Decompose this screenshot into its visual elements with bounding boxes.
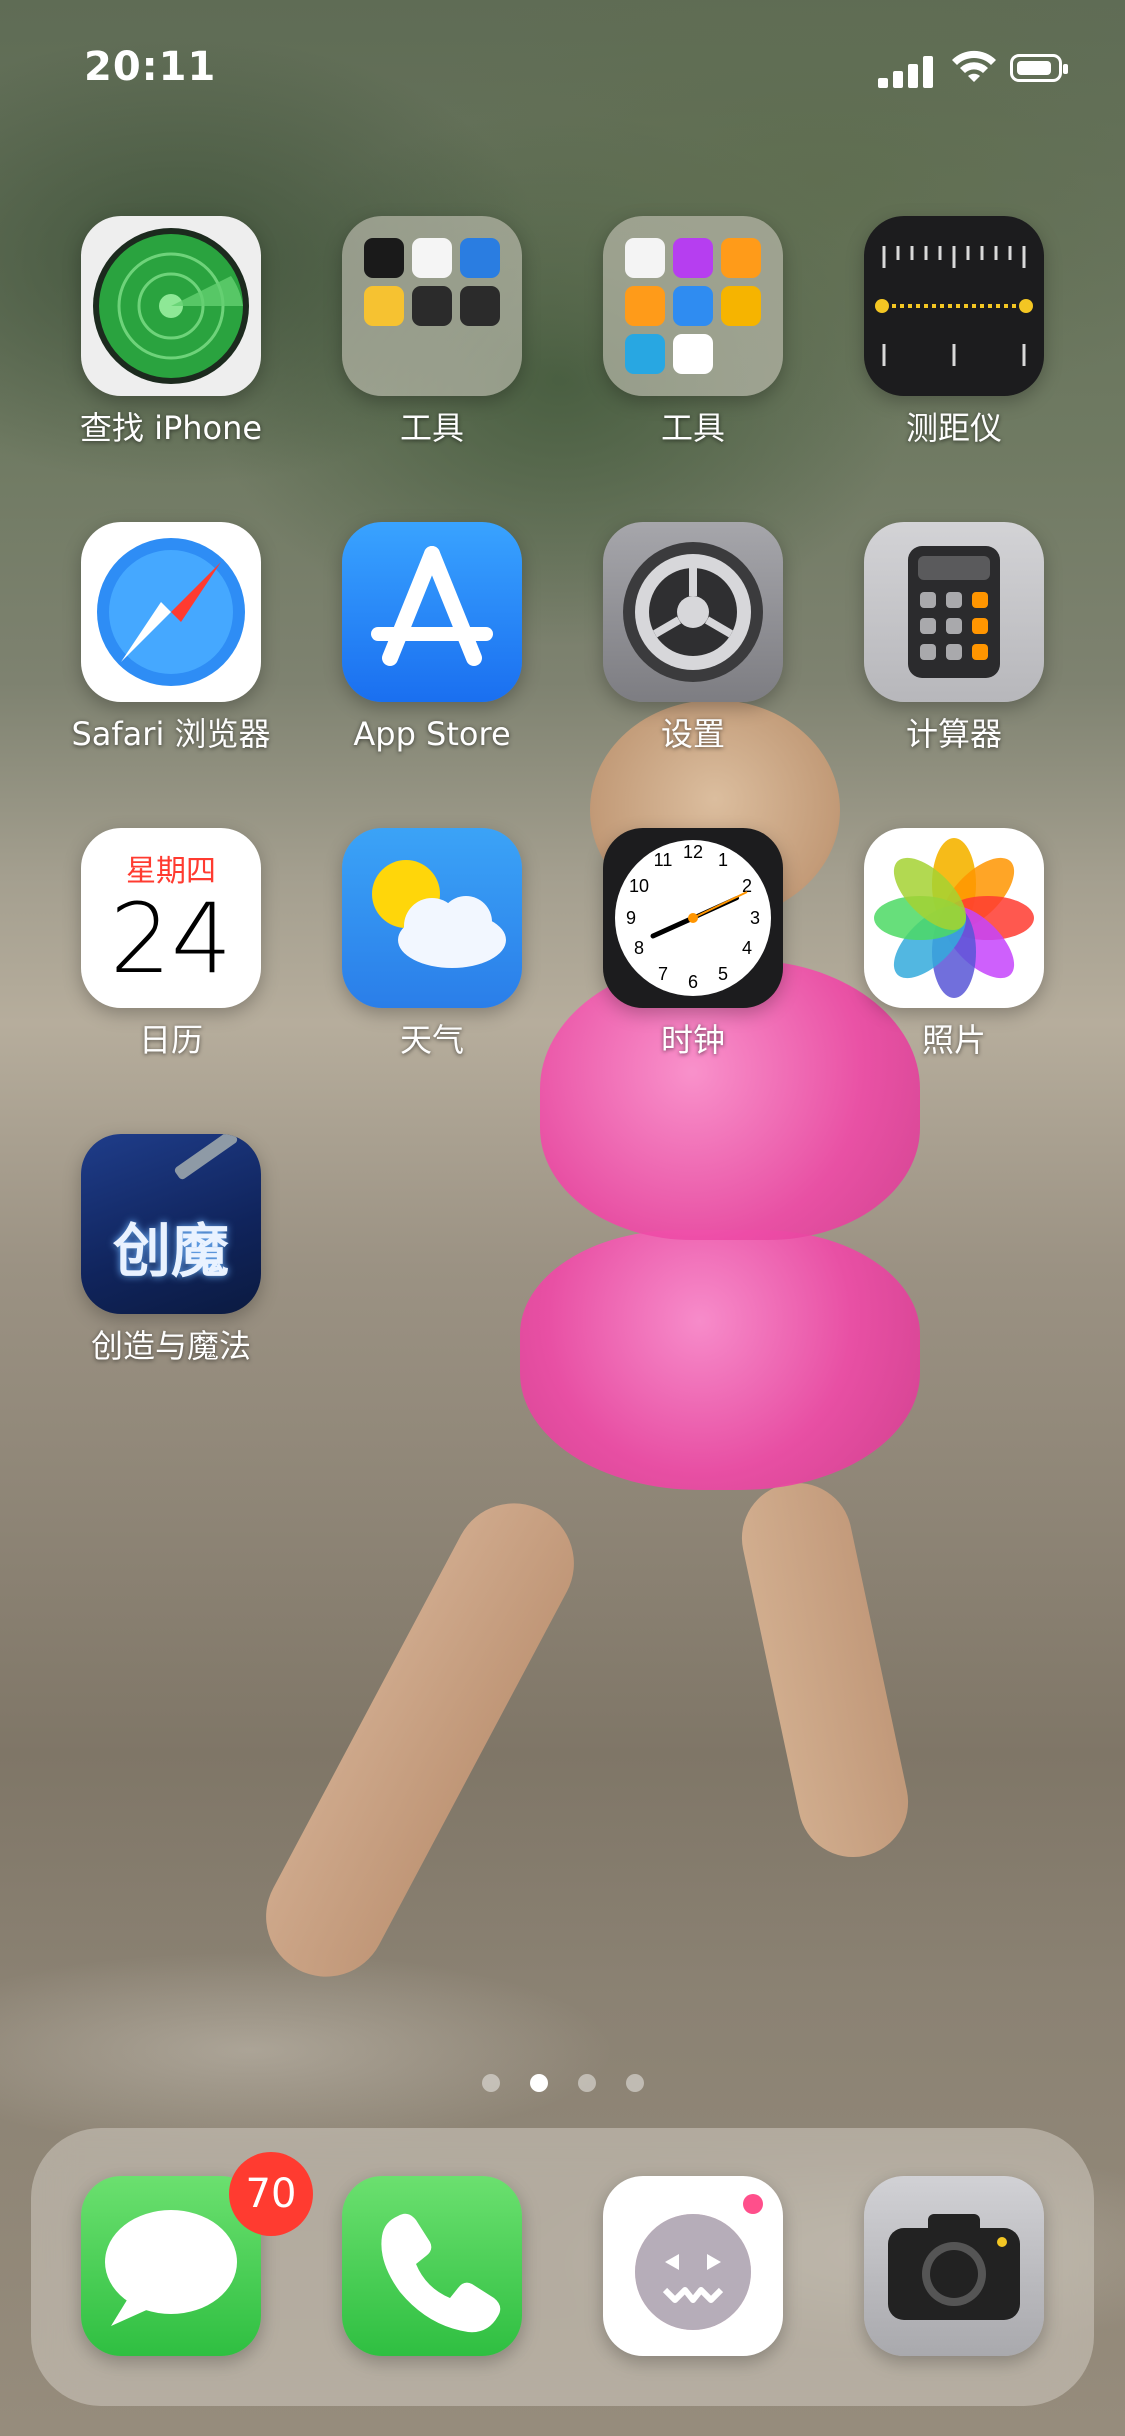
folder-tools-2[interactable]: 工具 <box>573 216 813 448</box>
wallpaper-figure-skirt <box>520 1230 920 1490</box>
app-label: 测距仪 <box>905 409 1002 447</box>
app-creation-magic[interactable]: 创魔 创造与魔法 <box>51 1134 291 1366</box>
folder-icon <box>342 216 522 396</box>
safari-compass-icon <box>81 522 261 702</box>
status-bar: 20:11 <box>0 0 1125 130</box>
app-label: 照片 <box>921 1021 986 1059</box>
clock-number: 8 <box>634 938 644 958</box>
weather-icon <box>342 828 522 1008</box>
clock-number: 6 <box>688 972 698 992</box>
app-label: 设置 <box>660 715 725 753</box>
status-time: 20:11 <box>84 44 217 90</box>
gear-icon <box>603 522 783 702</box>
folder-tools-1[interactable]: 工具 <box>312 216 552 448</box>
page-indicator[interactable] <box>0 2074 1125 2094</box>
camera-icon <box>864 2176 1044 2356</box>
page-dot[interactable] <box>578 2074 596 2092</box>
wifi-icon <box>952 50 996 82</box>
app-label: Safari 浏览器 <box>71 715 271 753</box>
clock-number: 7 <box>658 964 668 984</box>
app-calculator[interactable]: 计算器 <box>834 522 1074 754</box>
clock-number: 4 <box>742 938 752 958</box>
game-icon-logo: 创魔 <box>112 1217 229 1285</box>
dock-app-messages[interactable]: 70 <box>51 2152 313 2356</box>
creation-magic-game-icon: 创魔 <box>81 1134 261 1314</box>
clock-number: 10 <box>629 876 649 896</box>
pumpkin-face-app-icon <box>603 2176 783 2356</box>
clock-number: 3 <box>750 908 760 928</box>
app-settings[interactable]: 设置 <box>573 522 813 754</box>
app-label: 时钟 <box>660 1021 725 1059</box>
calculator-icon <box>864 522 1044 702</box>
page-dot-current[interactable] <box>530 2074 548 2092</box>
app-find-iphone[interactable]: 查找 iPhone <box>51 216 291 448</box>
app-measure[interactable]: 测距仪 <box>834 216 1074 448</box>
cellular-signal-icon <box>878 54 938 88</box>
page-dot[interactable] <box>482 2074 500 2092</box>
app-photos[interactable]: 照片 <box>834 828 1074 1060</box>
dock-app-social[interactable] <box>573 2176 813 2356</box>
app-clock[interactable]: 12 1 2 3 4 5 6 7 8 9 10 11 时钟 <box>573 828 813 1060</box>
app-calendar[interactable]: 星期四 24 日历 <box>51 828 291 1060</box>
clock-number: 9 <box>626 908 636 928</box>
app-label: 计算器 <box>905 715 1002 753</box>
folder-icon <box>603 216 783 396</box>
app-safari[interactable]: Safari 浏览器 <box>51 522 291 754</box>
app-label: 天气 <box>399 1021 464 1059</box>
clock-number: 1 <box>718 850 728 870</box>
clock-number: 5 <box>718 964 728 984</box>
clock-number: 12 <box>683 842 703 862</box>
app-label: 工具 <box>399 409 464 447</box>
app-app-store[interactable]: App Store <box>312 522 552 754</box>
clock-number: 11 <box>654 850 673 870</box>
app-weather[interactable]: 天气 <box>312 828 552 1060</box>
dock-app-camera[interactable] <box>834 2176 1074 2356</box>
app-label: App Store <box>353 715 511 753</box>
find-iphone-icon <box>81 216 261 396</box>
ruler-icon <box>864 216 1044 396</box>
app-label: 日历 <box>138 1021 203 1059</box>
calendar-day: 24 <box>109 883 233 995</box>
dock-app-phone[interactable] <box>312 2176 552 2356</box>
app-label: 工具 <box>660 409 725 447</box>
page-dot[interactable] <box>626 2074 644 2092</box>
calendar-icon: 星期四 24 <box>81 828 261 1008</box>
dock: 70 <box>31 2128 1094 2406</box>
clock-icon: 12 1 2 3 4 5 6 7 8 9 10 11 <box>603 828 783 1008</box>
app-label: 创造与魔法 <box>90 1327 251 1365</box>
phone-handset-icon <box>342 2176 522 2356</box>
notification-badge: 70 <box>229 2152 313 2236</box>
battery-icon <box>1010 54 1068 82</box>
app-store-icon <box>342 522 522 702</box>
app-label: 查找 iPhone <box>79 409 263 447</box>
photos-flower-icon <box>864 828 1044 1008</box>
